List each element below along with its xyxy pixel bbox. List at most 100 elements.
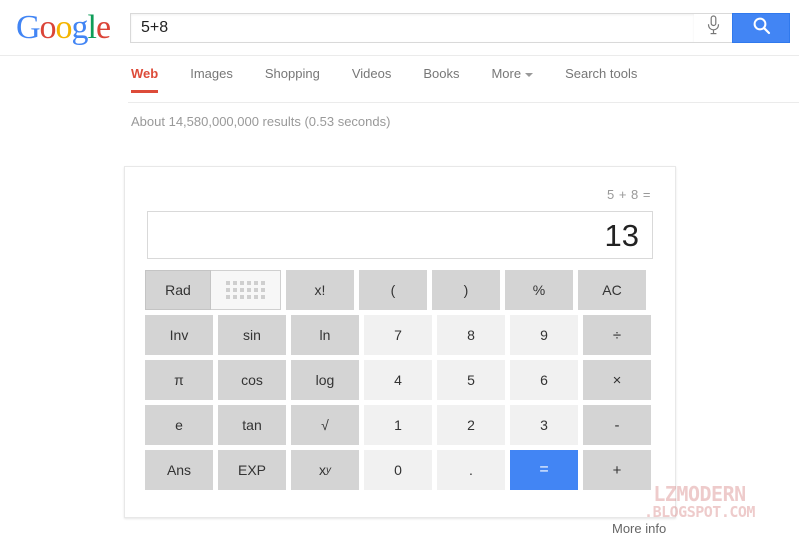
calc-key-label: 6 — [540, 372, 548, 388]
calc-key-label: ( — [390, 282, 396, 298]
calculator-keypad: Rad x! ()% AC Inv sin ln 7 8 9 ÷ π cos log 4 5 6 × e tan √… — [145, 270, 655, 490]
calc-key-factorial[interactable]: x! — [286, 270, 354, 310]
calc-key-label: AC — [602, 282, 622, 298]
keypad-toggle-button[interactable] — [211, 270, 281, 310]
calc-key-digit-0[interactable]: 0 — [364, 450, 432, 490]
search-button[interactable] — [732, 12, 790, 43]
calc-key-label: . — [469, 462, 473, 478]
tab-search-tools[interactable]: Search tools — [549, 56, 653, 93]
search-bar: 5+8 — [130, 12, 790, 43]
calc-key-label: cos — [241, 372, 263, 388]
calc-key-label: ln — [319, 327, 331, 343]
calc-key-label: EXP — [237, 462, 266, 478]
calc-key-inverse[interactable]: Inv — [145, 315, 213, 355]
calc-key-euler-e[interactable]: e — [145, 405, 213, 445]
tab-label: Images — [190, 66, 233, 81]
calc-key-divide[interactable]: ÷ — [583, 315, 651, 355]
calc-key-digit-7[interactable]: 7 — [364, 315, 432, 355]
rad-mode-button[interactable]: Rad — [145, 270, 211, 310]
calc-key-all-clear[interactable]: AC — [578, 270, 646, 310]
calc-key-sine[interactable]: sin — [218, 315, 286, 355]
calc-key-close-paren[interactable]: ) — [432, 270, 500, 310]
calc-key-label: √ — [321, 417, 329, 433]
tab-images[interactable]: Images — [174, 56, 249, 93]
calc-key-plus[interactable]: + — [583, 450, 651, 490]
calc-key-label: Inv — [169, 327, 189, 343]
calc-key-open-paren[interactable]: ( — [359, 270, 427, 310]
tab-label: More — [491, 66, 522, 81]
calc-key-label: ) — [463, 282, 469, 298]
calc-key-label: log — [315, 372, 335, 388]
calc-key-label: % — [532, 282, 546, 298]
tab-books[interactable]: Books — [407, 56, 475, 93]
calc-key-superscript: y — [326, 464, 331, 476]
calc-key-tangent[interactable]: tan — [218, 405, 286, 445]
search-input[interactable]: 5+8 — [130, 12, 694, 43]
logo-letter-0: G — [15, 8, 41, 46]
calc-key-equals[interactable]: = — [510, 450, 578, 490]
calc-key-digit-9[interactable]: 9 — [510, 315, 578, 355]
search-query-text: 5+8 — [141, 18, 169, 36]
calc-key-label: x — [319, 462, 326, 478]
calc-key-minus[interactable]: - — [583, 405, 651, 445]
calc-key-label: + — [612, 461, 622, 479]
calc-key-label: 0 — [394, 462, 402, 478]
result-stats: About 14,580,000,000 results (0.53 secon… — [131, 114, 391, 129]
calculator-result: 13 — [604, 217, 639, 253]
calc-key-log[interactable]: log — [291, 360, 359, 400]
calc-key-label: 5 — [467, 372, 475, 388]
calc-key-label: ÷ — [612, 326, 622, 344]
calc-key-label: 8 — [467, 327, 475, 343]
keypad-row: Rad x! ()% AC — [145, 270, 655, 310]
tab-more[interactable]: More — [475, 56, 549, 93]
calc-key-square-root[interactable]: √ — [291, 405, 359, 445]
calc-key-digit-4[interactable]: 4 — [364, 360, 432, 400]
tab-web[interactable]: Web — [128, 56, 174, 93]
tab-videos[interactable]: Videos — [336, 56, 408, 93]
calc-key-percent[interactable]: % — [505, 270, 573, 310]
calc-key-digit-8[interactable]: 8 — [437, 315, 505, 355]
calc-key-exponent[interactable]: EXP — [218, 450, 286, 490]
calc-key-label: 1 — [394, 417, 402, 433]
calc-key-decimal-point[interactable]: . — [437, 450, 505, 490]
calc-key-label: 3 — [540, 417, 548, 433]
calc-key-label: sin — [243, 327, 261, 343]
logo-letter-2: o — [55, 8, 73, 46]
calc-key-label: 7 — [394, 327, 402, 343]
calc-key-answer[interactable]: Ans — [145, 450, 213, 490]
calculator-display[interactable]: 13 — [147, 211, 653, 259]
calc-key-label: e — [175, 417, 183, 433]
calc-key-digit-2[interactable]: 2 — [437, 405, 505, 445]
more-info-link[interactable]: More info — [612, 521, 666, 536]
calc-key-multiply[interactable]: × — [583, 360, 651, 400]
google-logo[interactable]: Google — [8, 7, 118, 49]
tab-shopping[interactable]: Shopping — [249, 56, 336, 93]
logo-letter-3: g — [71, 8, 89, 46]
calc-key-digit-3[interactable]: 3 — [510, 405, 578, 445]
calc-key-cosine[interactable]: cos — [218, 360, 286, 400]
calc-key-digit-6[interactable]: 6 — [510, 360, 578, 400]
search-icon — [752, 16, 771, 40]
calc-key-power[interactable]: xy — [291, 450, 359, 490]
calc-key-digit-1[interactable]: 1 — [364, 405, 432, 445]
calc-key-label: 9 — [540, 327, 548, 343]
calc-key-label: 2 — [467, 417, 475, 433]
logo-letter-5: e — [95, 8, 111, 46]
calc-key-pi[interactable]: π — [145, 360, 213, 400]
calc-key-digit-5[interactable]: 5 — [437, 360, 505, 400]
tab-label: Web — [131, 66, 159, 81]
calc-key-natural-log[interactable]: ln — [291, 315, 359, 355]
calc-key-label: x! — [314, 282, 326, 298]
calc-key-label: = — [539, 461, 549, 478]
voice-search-button[interactable] — [694, 12, 732, 43]
calc-key-label: 4 — [394, 372, 402, 388]
keypad-row: π cos log 4 5 6 × — [145, 360, 655, 400]
calc-key-label: Ans — [166, 462, 192, 478]
nav-divider — [128, 102, 799, 103]
calculator-card: 5 + 8 = 13 Rad x!()% AC Inv sin ln 7 8 9 ÷ π cos l… — [124, 166, 676, 518]
calculator-expression: 5 + 8 = — [607, 187, 651, 202]
tab-label: Shopping — [264, 66, 320, 81]
calc-key-label: × — [612, 371, 622, 389]
calc-key-label: - — [614, 416, 620, 434]
tab-label: Books — [423, 66, 460, 81]
